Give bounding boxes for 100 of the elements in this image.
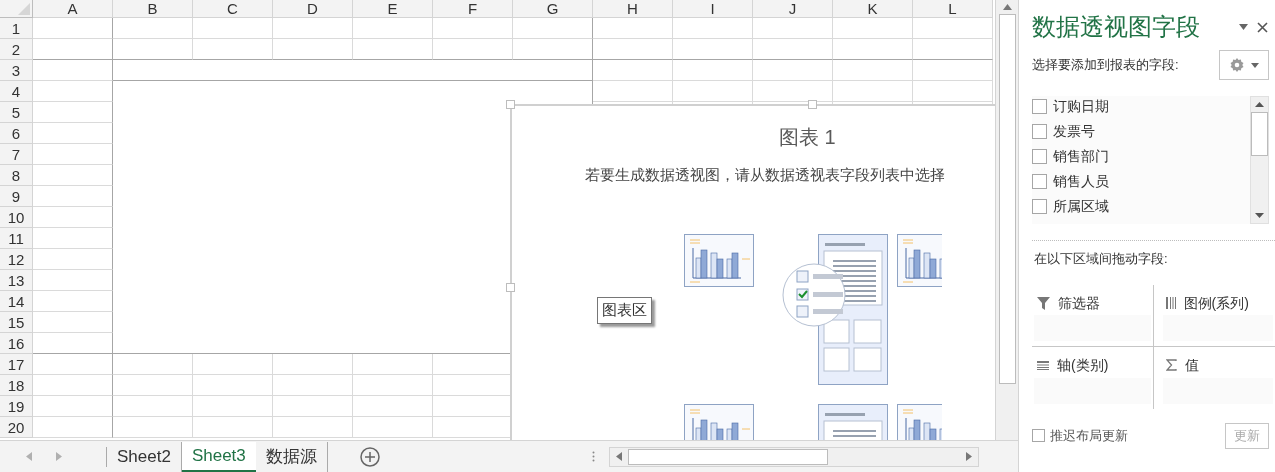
scroll-down-icon[interactable] [1255,213,1264,218]
grid-cell[interactable] [273,39,353,60]
grid-cell[interactable] [913,39,993,60]
horizontal-scrollbar[interactable] [608,446,979,467]
grid-cell[interactable] [513,18,593,39]
field-checkbox[interactable] [1032,173,1047,189]
grid-cell[interactable] [833,18,913,39]
grid-cell[interactable] [353,375,433,396]
grid-cell[interactable] [593,81,673,102]
grid-cell[interactable] [33,291,113,312]
grid-cell[interactable] [33,18,113,39]
field-label[interactable]: 所属区域 [1053,195,1109,217]
row-header[interactable]: 12 [0,249,33,270]
grid-cell[interactable] [673,81,753,102]
row-header[interactable]: 7 [0,144,33,165]
row-header[interactable]: 16 [0,333,33,354]
field-checkbox[interactable] [1032,123,1047,139]
field-checkbox[interactable] [1032,98,1047,114]
row-header[interactable]: 15 [0,312,33,333]
grid-cell[interactable] [353,39,433,60]
row-header[interactable]: 9 [0,186,33,207]
row-header[interactable]: 3 [0,60,33,81]
column-header[interactable]: C [193,0,273,18]
grid-cell[interactable] [113,39,193,60]
vertical-scrollbar[interactable] [995,0,1018,440]
row-header[interactable]: 6 [0,123,33,144]
grid-cell[interactable] [33,60,113,81]
row-header[interactable]: 14 [0,291,33,312]
row-header[interactable]: 4 [0,81,33,102]
grid-cell[interactable] [193,39,273,60]
resize-handle[interactable] [506,283,515,292]
scroll-up-icon[interactable] [1255,102,1264,107]
scroll-up-icon[interactable] [1002,4,1012,10]
grid-cell[interactable] [193,354,273,375]
grid-cell[interactable] [673,39,753,60]
grid-cell[interactable] [33,144,113,165]
defer-checkbox[interactable] [1032,429,1045,442]
row-header[interactable]: 1 [0,18,33,39]
row-header[interactable]: 20 [0,417,33,438]
settings-button[interactable] [1219,50,1269,80]
field-checkbox[interactable] [1032,148,1047,164]
row-header[interactable]: 13 [0,270,33,291]
grid-cell[interactable] [33,249,113,270]
grid-cell[interactable] [273,396,353,417]
grid-cell[interactable] [33,333,113,354]
grid-cell[interactable] [113,18,193,39]
resize-handle[interactable] [506,100,515,109]
grid-cell[interactable] [273,375,353,396]
grid-cell[interactable] [753,60,833,81]
grid-cell[interactable] [593,60,673,81]
row-header[interactable]: 19 [0,396,33,417]
grid-cell[interactable] [33,186,113,207]
scroll-right-icon[interactable] [56,452,62,461]
grid-cell[interactable] [113,396,193,417]
select-all-icon[interactable] [18,3,30,15]
close-icon[interactable] [1257,21,1268,33]
scrollbar-thumb[interactable] [1251,112,1268,156]
grid-cell[interactable] [673,18,753,39]
grid-cell[interactable] [273,417,353,438]
grid-cell[interactable] [833,60,913,81]
list-scrollbar[interactable] [1250,96,1269,224]
grid-cell[interactable] [353,18,433,39]
row-header[interactable]: 5 [0,102,33,123]
field-label[interactable]: 销售部门 [1053,145,1109,167]
grid-cell[interactable] [673,60,753,81]
grid-cell[interactable] [113,375,193,396]
sheet-tab[interactable]: Sheet2 [107,441,182,472]
sheet-tab[interactable]: Sheet3 [181,441,256,472]
grid-cell[interactable] [33,81,113,102]
add-sheet-icon[interactable] [359,446,380,467]
scroll-left-icon[interactable] [615,452,622,461]
row-header[interactable]: 10 [0,207,33,228]
grid-cell[interactable] [513,39,593,60]
column-header[interactable]: H [593,0,673,18]
column-header[interactable]: F [433,0,513,18]
column-header[interactable]: G [513,0,593,18]
grid-cell[interactable] [433,39,513,60]
grid-cell[interactable] [753,39,833,60]
column-header[interactable]: D [273,0,353,18]
grid-cell[interactable] [433,18,513,39]
merged-cell[interactable] [113,60,593,81]
grid-cell[interactable] [33,165,113,186]
splitter-icon[interactable] [591,451,595,462]
grid-cell[interactable] [33,39,113,60]
grid-cell[interactable] [33,123,113,144]
grid-cell[interactable] [833,39,913,60]
grid-cell[interactable] [33,396,113,417]
row-header[interactable]: 17 [0,354,33,375]
grid-cell[interactable] [593,39,673,60]
column-header[interactable]: B [113,0,193,18]
grid-cell[interactable] [193,417,273,438]
defer-label[interactable]: 推迟布局更新 [1050,425,1128,446]
grid-cell[interactable] [353,396,433,417]
grid-cell[interactable] [193,18,273,39]
grid-cell[interactable] [33,417,113,438]
grid-cell[interactable] [273,354,353,375]
grid-cell[interactable] [353,417,433,438]
grid-cell[interactable] [33,270,113,291]
grid-cell[interactable] [33,312,113,333]
grid-cell[interactable] [33,207,113,228]
